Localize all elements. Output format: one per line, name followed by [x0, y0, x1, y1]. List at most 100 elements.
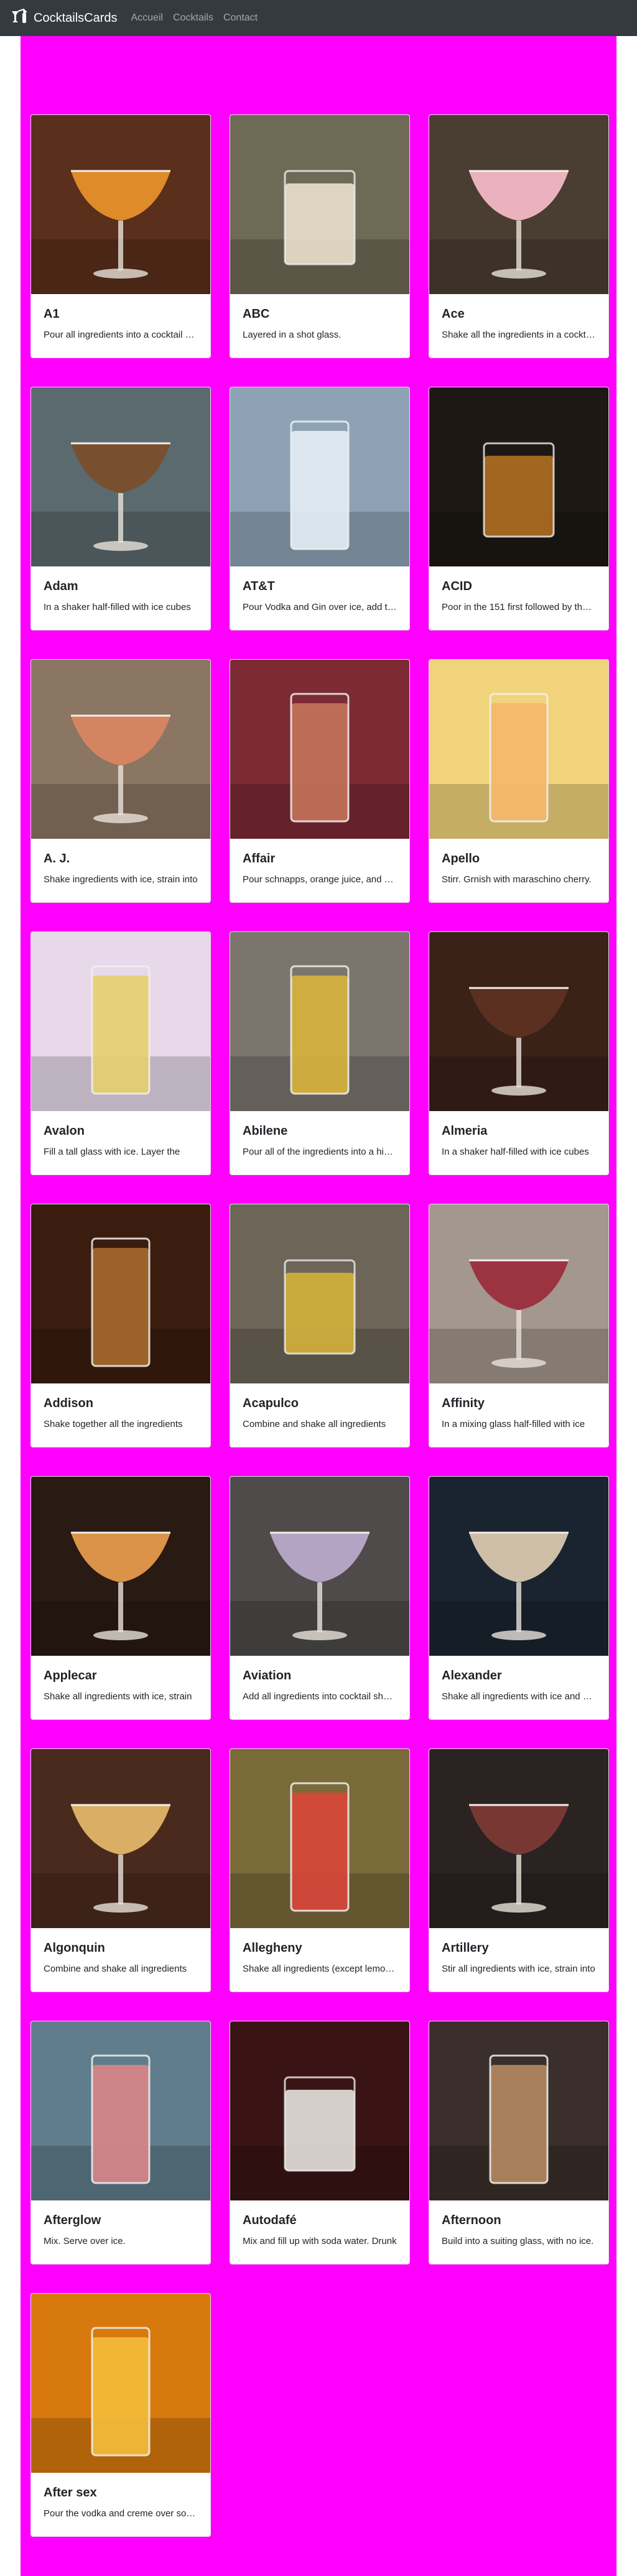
- card-body: Ace Shake all the ingredients in a cockta…: [429, 294, 608, 341]
- cocktail-card[interactable]: Addison Shake together all the ingredient…: [30, 1204, 211, 1447]
- card-description: Pour Vodka and Gin over ice, add tonic: [243, 602, 397, 612]
- cocktail-card[interactable]: After sex Pour the vodka and creme over s…: [30, 2293, 211, 2537]
- cocktail-photo: [429, 1477, 608, 1656]
- cocktail-card[interactable]: Allegheny Shake all ingredients (except l…: [230, 1748, 410, 1992]
- card-description: Stirr. Grnish with maraschino cherry.: [442, 874, 592, 885]
- card-body: Adam In a shaker half-filled with ice cub…: [31, 566, 210, 614]
- card-title: ACID: [442, 579, 472, 593]
- cocktail-card[interactable]: Acapulco Combine and shake all ingredient…: [230, 1204, 410, 1447]
- card-description: In a shaker half-filled with ice cubes: [442, 1147, 589, 1157]
- cocktail-photo: [429, 1749, 608, 1928]
- brand-link[interactable]: CocktailsCards: [10, 8, 117, 28]
- cocktail-card[interactable]: Adam In a shaker half-filled with ice cub…: [30, 387, 211, 630]
- cocktail-card[interactable]: Abilene Pour all of the ingredients into …: [230, 931, 410, 1175]
- cocktail-card[interactable]: Afternoon Build into a suiting glass, wit…: [429, 2021, 609, 2264]
- brand-name: CocktailsCards: [34, 11, 118, 25]
- cocktail-photo: [31, 1477, 210, 1656]
- card-body: Autodafé Mix and fill up with soda water.…: [230, 2200, 409, 2248]
- card-body: Acapulco Combine and shake all ingredient…: [230, 1383, 409, 1431]
- card-body: A. J. Shake ingredients with ice, strain …: [31, 839, 210, 886]
- card-title: Algonquin: [44, 1941, 105, 1955]
- card-body: ABC Layered in a shot glass.: [230, 294, 409, 341]
- cocktail-photo: [31, 1749, 210, 1928]
- cocktail-card[interactable]: Algonquin Combine and shake all ingredien…: [30, 1748, 211, 1992]
- card-description: Mix and fill up with soda water. Drunk: [243, 2236, 397, 2246]
- card-description: In a mixing glass half-filled with ice: [442, 1419, 585, 1429]
- card-description: Fill a tall glass with ice. Layer the: [44, 1147, 180, 1157]
- card-description: Shake all ingredients (except lemon peel…: [243, 1964, 397, 1974]
- card-title: Acapulco: [243, 1396, 299, 1410]
- card-description: In a shaker half-filled with ice cubes: [44, 602, 191, 612]
- card-body: Algonquin Combine and shake all ingredien…: [31, 1928, 210, 1975]
- cocktail-photo: [230, 660, 409, 839]
- cocktail-card[interactable]: Apello Stirr. Grnish with maraschino cher…: [429, 659, 609, 903]
- cocktail-photo: [31, 2021, 210, 2200]
- cocktail-card[interactable]: ACID Poor in the 151 first followed by th…: [429, 387, 609, 630]
- card-body: Almeria In a shaker half-filled with ice …: [429, 1111, 608, 1158]
- cocktail-card[interactable]: AT&T Pour Vodka and Gin over ice, add ton…: [230, 387, 410, 630]
- card-title: Affinity: [442, 1396, 485, 1410]
- cocktail-photo: [31, 932, 210, 1111]
- card-description: Pour all of the ingredients into a highb…: [243, 1147, 397, 1157]
- cocktail-card[interactable]: Affinity In a mixing glass half-filled wi…: [429, 1204, 609, 1447]
- card-description: Shake all ingredients with ice, strain: [44, 1691, 192, 1702]
- cocktail-card[interactable]: Ace Shake all the ingredients in a cockta…: [429, 114, 609, 358]
- card-description: Combine and shake all ingredients: [44, 1964, 187, 1974]
- cocktail-photo: [230, 115, 409, 294]
- cocktail-photo: [429, 387, 608, 566]
- card-description: Pour the vodka and creme over some ice: [44, 2508, 198, 2519]
- cocktail-card[interactable]: ABC Layered in a shot glass.: [230, 114, 410, 358]
- cocktail-card[interactable]: Affair Pour schnapps, orange juice, and c…: [230, 659, 410, 903]
- cocktail-card[interactable]: A1 Pour all ingredients into a cocktail s…: [30, 114, 211, 358]
- nav-link-cocktails[interactable]: Cocktails: [173, 12, 213, 24]
- card-description: Layered in a shot glass.: [243, 330, 342, 340]
- card-title: Allegheny: [243, 1941, 302, 1955]
- cocktail-card[interactable]: Afterglow Mix. Serve over ice.: [30, 2021, 211, 2264]
- cocktail-photo: [429, 2021, 608, 2200]
- cocktail-photo: [230, 387, 409, 566]
- card-title: Aviation: [243, 1669, 292, 1683]
- card-title: Afternoon: [442, 2214, 501, 2227]
- card-title: A1: [44, 307, 60, 321]
- cocktail-card[interactable]: Alexander Shake all ingredients with ice …: [429, 1476, 609, 1720]
- cocktail-photo: [31, 2294, 210, 2473]
- card-title: Apello: [442, 852, 480, 866]
- cocktail-card[interactable]: Applecar Shake all ingredients with ice, …: [30, 1476, 211, 1720]
- card-title: Adam: [44, 579, 78, 593]
- card-body: Artillery Stir all ingredients with ice, …: [429, 1928, 608, 1975]
- cocktail-photo: [31, 387, 210, 566]
- card-body: Allegheny Shake all ingredients (except l…: [230, 1928, 409, 1975]
- card-description: Stir all ingredients with ice, strain in…: [442, 1964, 595, 1974]
- card-title: AT&T: [243, 579, 275, 593]
- cocktail-grid: A1 Pour all ingredients into a cocktail s…: [30, 114, 609, 2537]
- card-description: Add all ingredients into cocktail shaker: [243, 1691, 397, 1702]
- cocktail-photo: [31, 660, 210, 839]
- cocktail-card[interactable]: A. J. Shake ingredients with ice, strain …: [30, 659, 211, 903]
- cocktail-photo: [429, 932, 608, 1111]
- card-description: Shake all the ingredients in a cocktail …: [442, 330, 596, 340]
- cocktail-photo: [230, 2021, 409, 2200]
- cocktail-photo: [31, 1204, 210, 1383]
- card-body: Avalon Fill a tall glass with ice. Layer …: [31, 1111, 210, 1158]
- card-title: Affair: [243, 852, 276, 866]
- card-description: Poor in the 151 first followed by the 10…: [442, 602, 596, 612]
- cocktail-photo: [230, 932, 409, 1111]
- card-description: Combine and shake all ingredients: [243, 1419, 386, 1429]
- cocktail-card[interactable]: Avalon Fill a tall glass with ice. Layer …: [30, 931, 211, 1175]
- card-description: Build into a suiting glass, with no ice.: [442, 2236, 594, 2246]
- nav-link-accueil[interactable]: Accueil: [131, 12, 163, 24]
- card-title: Abilene: [243, 1124, 288, 1138]
- cocktail-card[interactable]: Aviation Add all ingredients into cocktai…: [230, 1476, 410, 1720]
- card-body: Afterglow Mix. Serve over ice.: [31, 2200, 210, 2248]
- cocktail-card[interactable]: Artillery Stir all ingredients with ice, …: [429, 1748, 609, 1992]
- card-body: ACID Poor in the 151 first followed by th…: [429, 566, 608, 614]
- cocktail-shaker-icon: [10, 8, 30, 28]
- cocktail-photo: [429, 115, 608, 294]
- card-body: AT&T Pour Vodka and Gin over ice, add ton…: [230, 566, 409, 614]
- cocktail-card[interactable]: Autodafé Mix and fill up with soda water.…: [230, 2021, 410, 2264]
- card-description: Pour schnapps, orange juice, and cranber…: [243, 874, 397, 885]
- card-body: Aviation Add all ingredients into cocktai…: [230, 1656, 409, 1703]
- nav-link-contact[interactable]: Contact: [223, 12, 258, 24]
- card-body: Abilene Pour all of the ingredients into …: [230, 1111, 409, 1158]
- cocktail-card[interactable]: Almeria In a shaker half-filled with ice …: [429, 931, 609, 1175]
